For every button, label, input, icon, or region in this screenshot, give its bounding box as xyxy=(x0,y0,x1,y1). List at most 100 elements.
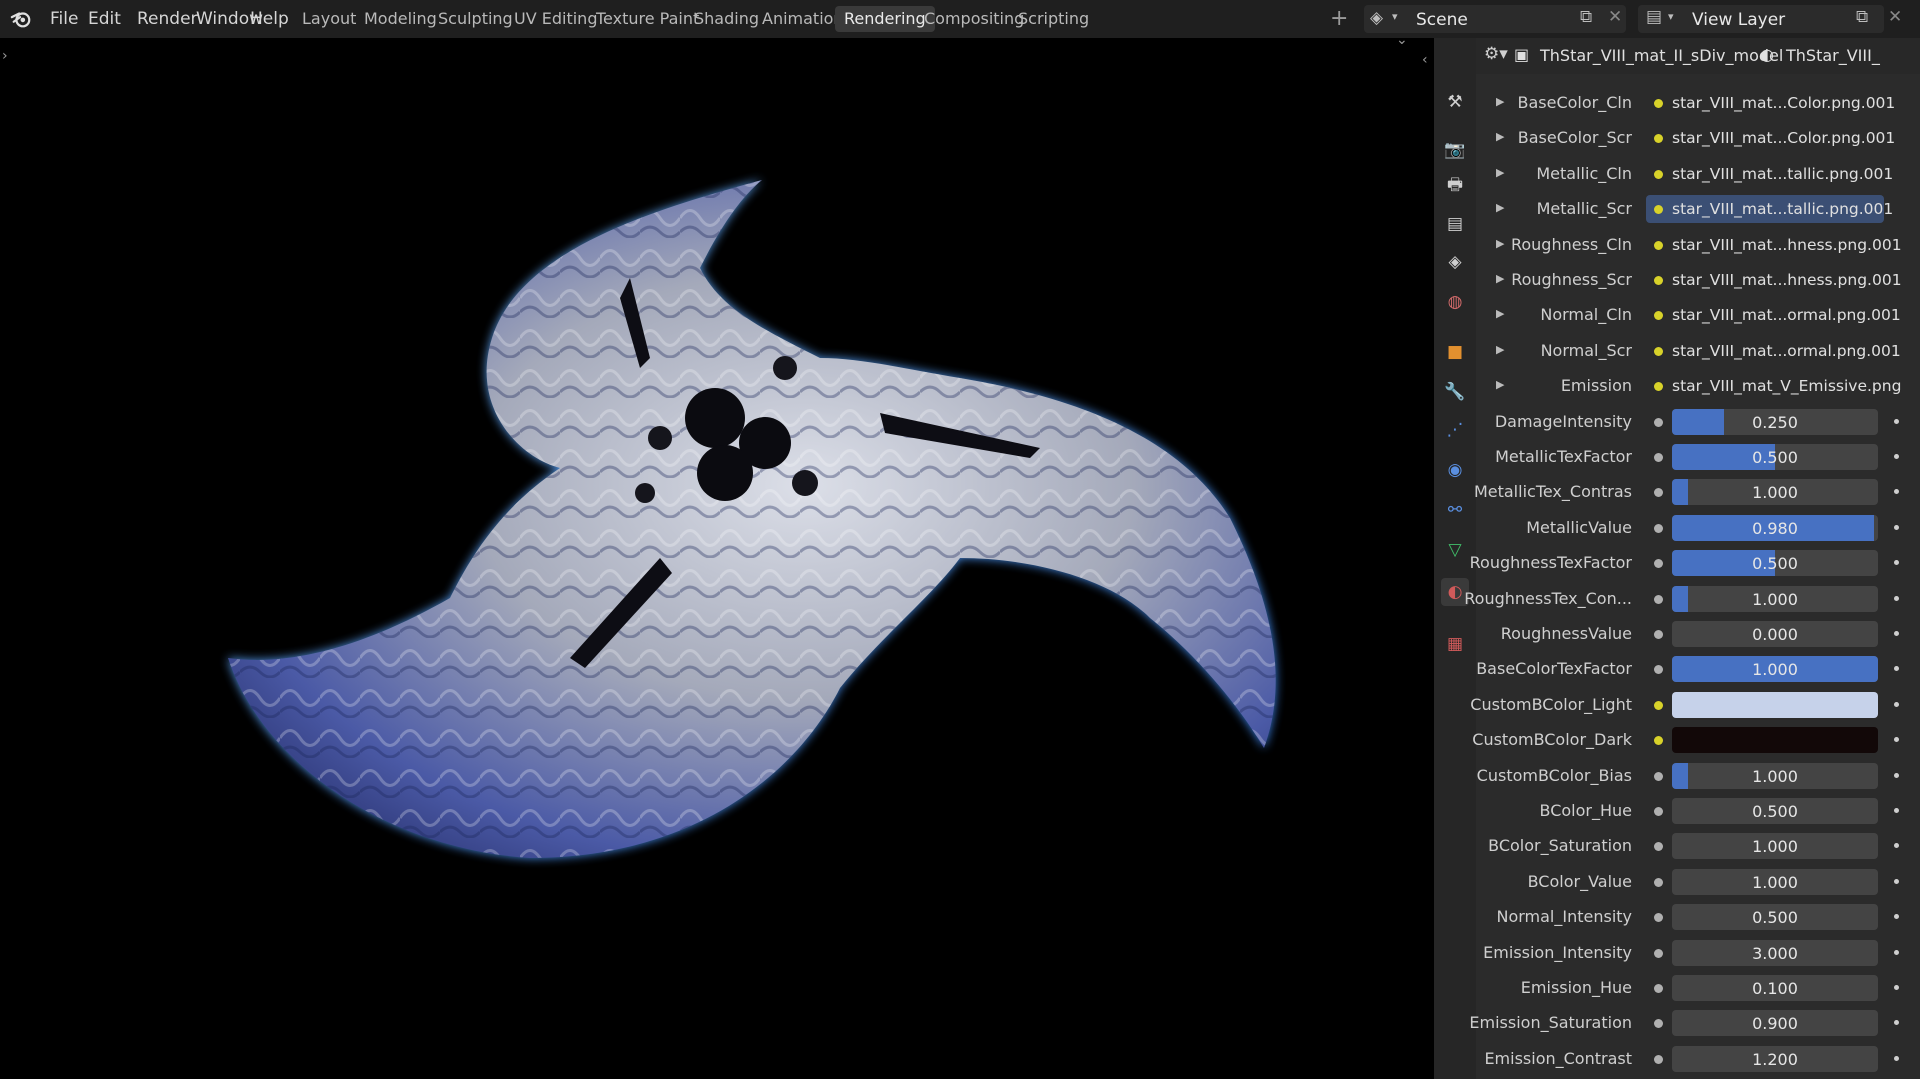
value-slider[interactable]: 0.250 xyxy=(1672,408,1878,435)
keyframe-dot-icon[interactable] xyxy=(1894,914,1899,920)
socket-dot-icon xyxy=(1654,311,1663,321)
modifier-icon[interactable]: 🔧 xyxy=(1441,378,1469,406)
close-icon[interactable]: ✕ xyxy=(1888,7,1902,27)
image-texture-field[interactable]: star_VIII_mat...Color.png.001 xyxy=(1646,124,1895,152)
constraints-icon[interactable]: ⚯ xyxy=(1441,496,1469,524)
value-slider[interactable]: 1.200 xyxy=(1672,1045,1878,1072)
value-slider[interactable]: 0.500 xyxy=(1672,550,1878,577)
value-slider[interactable]: 0.500 xyxy=(1672,798,1878,824)
material-sphere-icon: ◐ xyxy=(1760,45,1774,64)
blender-logo-icon[interactable] xyxy=(10,8,32,30)
value-slider[interactable]: 1.000 xyxy=(1672,868,1878,895)
chevron-right-icon[interactable]: › xyxy=(2,48,8,64)
new-scene-icon[interactable]: ⧉ xyxy=(1580,7,1592,27)
texture-input-row: ▶ Metallic_Scr star_VIII_mat...tallic.pn… xyxy=(1476,191,1920,226)
image-texture-field[interactable]: star_VIII_mat...hness.png.001 xyxy=(1646,266,1902,294)
expand-arrow-icon[interactable]: ▶ xyxy=(1496,343,1504,356)
value-slider[interactable]: 0.980 xyxy=(1672,514,1878,541)
texture-icon[interactable]: ▦ xyxy=(1441,630,1469,658)
scene-icon[interactable]: ◈ xyxy=(1441,248,1469,276)
menu-edit[interactable]: Edit xyxy=(88,9,121,29)
render-icon[interactable]: 📷 xyxy=(1441,136,1469,164)
value-slider[interactable]: 1.000 xyxy=(1672,479,1878,506)
keyframe-dot-icon[interactable] xyxy=(1894,737,1899,743)
keyframe-dot-icon[interactable] xyxy=(1894,560,1899,566)
chevron-left-icon[interactable]: ‹ xyxy=(1422,52,1428,68)
value-slider[interactable]: 0.500 xyxy=(1672,444,1878,470)
expand-arrow-icon[interactable]: ▶ xyxy=(1496,272,1504,285)
expand-arrow-icon[interactable]: ▶ xyxy=(1496,201,1504,214)
expand-arrow-icon[interactable]: ▶ xyxy=(1496,378,1504,391)
keyframe-dot-icon[interactable] xyxy=(1894,985,1899,990)
object-data-icon[interactable]: ▽ xyxy=(1441,536,1469,564)
input-label: Metallic_Scr xyxy=(1536,199,1632,219)
keyframe-dot-icon[interactable] xyxy=(1894,454,1899,459)
menu-help[interactable]: Help xyxy=(250,9,289,29)
new-view-layer-icon[interactable]: ⧉ xyxy=(1856,7,1868,27)
editor-type-icon[interactable]: ⚙▾ xyxy=(1484,44,1508,64)
socket-dot-icon xyxy=(1654,240,1663,250)
physics-icon[interactable]: ◉ xyxy=(1441,456,1469,484)
view-layer-name[interactable]: View Layer xyxy=(1692,10,1785,30)
view-layer-icon[interactable]: ▤ xyxy=(1441,210,1469,238)
keyframe-dot-icon[interactable] xyxy=(1894,701,1899,707)
value-slider[interactable]: 0.100 xyxy=(1672,975,1878,1001)
keyframe-dot-icon[interactable] xyxy=(1894,666,1899,672)
menu-render[interactable]: Render xyxy=(137,9,198,29)
keyframe-dot-icon[interactable] xyxy=(1894,524,1899,530)
color-swatch[interactable] xyxy=(1672,727,1878,754)
keyframe-dot-icon[interactable] xyxy=(1894,878,1899,884)
properties-panel: ⚙▾ ▣ ThStar_VIII_mat_II_sDiv_model ◐ ThS… xyxy=(1464,38,1920,1079)
keyframe-dot-icon[interactable] xyxy=(1894,418,1899,424)
keyframe-dot-icon[interactable] xyxy=(1894,808,1899,813)
menu-file[interactable]: File xyxy=(50,9,78,29)
value-slider[interactable]: 0.500 xyxy=(1672,904,1878,931)
color-swatch[interactable] xyxy=(1672,691,1878,718)
image-texture-field[interactable]: star_VIII_mat...tallic.png.001 xyxy=(1646,160,1893,188)
scene-name[interactable]: Scene xyxy=(1416,10,1468,30)
particles-icon[interactable]: ⋰ xyxy=(1441,416,1469,444)
chevron-down-icon[interactable]: ⌄ xyxy=(1396,38,1408,48)
value-input-row: Normal_Intensity 0.500 xyxy=(1476,899,1920,934)
input-label: Metallic_Cln xyxy=(1536,163,1632,183)
image-texture-field[interactable]: star_VIII_mat_V_Emissive.png xyxy=(1646,372,1901,400)
texture-input-row: ▶ BaseColor_Cln star_VIII_mat...Color.pn… xyxy=(1476,85,1920,120)
value-input-row: BColor_Value 1.000 xyxy=(1476,864,1920,899)
image-texture-field[interactable]: star_VIII_mat...ormal.png.001 xyxy=(1646,337,1901,365)
image-texture-field[interactable]: star_VIII_mat...tallic.png.001 xyxy=(1646,195,1893,224)
object-icon[interactable]: ■ xyxy=(1441,338,1469,366)
value-slider[interactable]: 1.000 xyxy=(1672,762,1878,789)
socket-dot-icon xyxy=(1654,630,1663,639)
keyframe-dot-icon[interactable] xyxy=(1894,595,1899,601)
keyframe-dot-icon[interactable] xyxy=(1894,1020,1899,1026)
add-workspace-icon[interactable]: + xyxy=(1330,6,1348,31)
tool-icon[interactable]: ⚒ xyxy=(1441,88,1469,116)
value-slider[interactable]: 1.000 xyxy=(1672,833,1878,860)
value-slider[interactable]: 0.000 xyxy=(1672,621,1878,647)
tab-scripting[interactable]: Scripting xyxy=(1009,6,1098,32)
value-slider[interactable]: 1.000 xyxy=(1672,656,1878,683)
expand-arrow-icon[interactable]: ▶ xyxy=(1496,166,1504,179)
value-slider[interactable]: 0.900 xyxy=(1672,1010,1878,1037)
keyframe-dot-icon[interactable] xyxy=(1894,489,1899,495)
image-texture-field[interactable]: star_VIII_mat...ormal.png.001 xyxy=(1646,301,1901,329)
keyframe-dot-icon[interactable] xyxy=(1894,1055,1899,1061)
expand-arrow-icon[interactable]: ▶ xyxy=(1496,130,1504,143)
expand-arrow-icon[interactable]: ▶ xyxy=(1496,307,1504,320)
world-icon[interactable]: ◍ xyxy=(1441,288,1469,316)
expand-arrow-icon[interactable]: ▶ xyxy=(1496,237,1504,250)
expand-arrow-icon[interactable]: ▶ xyxy=(1496,95,1504,108)
output-icon[interactable]: 🖶 xyxy=(1441,172,1469,200)
keyframe-dot-icon[interactable] xyxy=(1894,631,1899,636)
image-texture-field[interactable]: star_VIII_mat...hness.png.001 xyxy=(1646,231,1902,259)
keyframe-dot-icon[interactable] xyxy=(1894,949,1899,955)
keyframe-dot-icon[interactable] xyxy=(1894,772,1899,778)
3d-viewport[interactable]: › ⌄ ‹ xyxy=(0,38,1434,1079)
input-label: BaseColor_Cln xyxy=(1517,93,1633,112)
keyframe-dot-icon[interactable] xyxy=(1894,843,1899,849)
value-slider[interactable]: 1.000 xyxy=(1672,585,1878,612)
slider-value: 0.500 xyxy=(1752,908,1798,928)
close-icon[interactable]: ✕ xyxy=(1608,7,1622,27)
value-slider[interactable]: 3.000 xyxy=(1672,939,1878,966)
image-texture-field[interactable]: star_VIII_mat...Color.png.001 xyxy=(1646,89,1895,117)
